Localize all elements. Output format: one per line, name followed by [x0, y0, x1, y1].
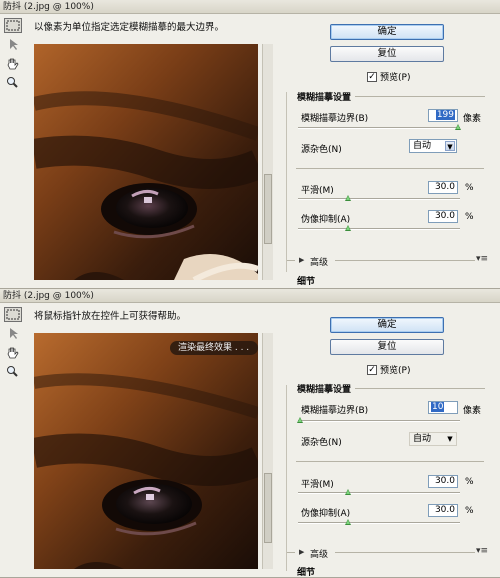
advanced-divider-left — [287, 552, 295, 553]
blur-trace-bounds-label: 模糊描摹边界(B) — [301, 406, 369, 416]
blur-trace-tool-icon[interactable] — [4, 326, 22, 341]
blur-trace-bounds-slider-track[interactable] — [298, 420, 460, 422]
chevron-down-icon: ▼ — [447, 435, 453, 443]
group-divider — [355, 388, 485, 389]
hand-tool-icon[interactable] — [4, 56, 22, 71]
preview-checkbox[interactable]: ✓ — [367, 364, 377, 375]
ok-button[interactable]: 确定 — [330, 317, 444, 333]
detail-section-title: 细节 — [297, 568, 316, 578]
source-noise-select[interactable]: 自动 ▼ — [409, 432, 457, 446]
shake-reduction-dialog-1: 防抖 (2.jpg @ 100%) 以像素为单位指定选定模糊描摹的最大边界。 确… — [0, 0, 500, 289]
blur-trace-bounds-unit: 像素 — [463, 406, 482, 416]
expand-triangle-icon[interactable]: ▶ — [299, 548, 304, 556]
artifact-suppression-unit: % — [465, 212, 474, 222]
reset-button[interactable]: 复位 — [330, 46, 444, 62]
help-text: 以像素为单位指定选定模糊描摹的最大边界。 — [34, 22, 225, 33]
ok-button[interactable]: 确定 — [330, 24, 444, 40]
section-divider — [296, 461, 484, 462]
source-noise-value: 自动 — [413, 434, 432, 444]
artifact-suppression-input[interactable]: 30.0 — [428, 504, 458, 517]
preview-checkbox-row[interactable]: ✓ 预览(P) — [367, 70, 410, 83]
group-divider — [355, 96, 485, 97]
reset-button[interactable]: 复位 — [330, 339, 444, 355]
blur-trace-bounds-slider-thumb[interactable] — [455, 124, 461, 130]
scrollbar-thumb[interactable] — [264, 174, 272, 244]
blur-trace-tool-icon[interactable] — [4, 37, 22, 52]
preview-checkbox[interactable]: ✓ — [367, 71, 377, 82]
smoothing-unit: % — [465, 183, 474, 193]
preview-label: 预览(P) — [380, 73, 411, 83]
shake-reduction-dialog-2: 防抖 (2.jpg @ 100%) 将鼠标指针放在控件上可获得帮助。 确定 复位… — [0, 289, 500, 578]
zoom-tool-icon[interactable] — [4, 364, 22, 379]
advanced-divider-right — [335, 552, 475, 553]
canvas-scrollbar[interactable] — [262, 44, 273, 280]
panel-menu-icon[interactable]: ▾≡ — [476, 254, 488, 264]
smoothing-input[interactable]: 30.0 — [428, 475, 458, 488]
smoothing-label: 平滑(M) — [301, 480, 334, 490]
smoothing-input[interactable]: 30.0 — [428, 181, 458, 194]
group-title: 模糊描摹设置 — [297, 385, 352, 395]
preview-image[interactable] — [34, 333, 258, 569]
advanced-toggle[interactable]: 高级 — [310, 255, 328, 268]
window-title: 防抖 (2.jpg @ 100%) — [0, 0, 500, 14]
smoothing-slider-thumb[interactable] — [345, 489, 351, 495]
source-noise-value: 自动 — [413, 141, 432, 151]
blur-trace-bounds-label: 模糊描摹边界(B) — [301, 114, 369, 124]
chevron-down-icon: ▼ — [445, 141, 455, 151]
preview-checkbox-row[interactable]: ✓ 预览(P) — [367, 363, 410, 376]
preview-image[interactable] — [34, 44, 258, 280]
artifact-suppression-label: 伪像抑制(A) — [301, 509, 351, 519]
window-title: 防抖 (2.jpg @ 100%) — [0, 289, 500, 303]
expand-triangle-icon[interactable]: ▶ — [299, 256, 304, 264]
artifact-suppression-slider-track[interactable] — [298, 228, 460, 230]
scrollbar-thumb[interactable] — [264, 473, 272, 543]
toolbox — [4, 307, 26, 387]
artifact-suppression-label: 伪像抑制(A) — [301, 215, 351, 225]
advanced-divider-right — [335, 260, 475, 261]
marquee-tool-icon[interactable] — [4, 307, 22, 322]
preview-label: 预览(P) — [380, 366, 411, 376]
smoothing-label: 平滑(M) — [301, 186, 334, 196]
canvas-scrollbar[interactable] — [262, 333, 273, 569]
zoom-tool-icon[interactable] — [4, 75, 22, 90]
artifact-suppression-slider-thumb[interactable] — [345, 519, 351, 525]
blur-trace-bounds-slider-thumb[interactable] — [297, 417, 303, 423]
blur-trace-bounds-input[interactable]: 199 — [428, 109, 458, 122]
advanced-toggle[interactable]: 高级 — [310, 547, 328, 560]
detail-section-title: 细节 — [297, 277, 316, 287]
artifact-suppression-input[interactable]: 30.0 — [428, 210, 458, 223]
marquee-tool-icon[interactable] — [4, 18, 22, 33]
blur-trace-bounds-slider-track[interactable] — [298, 127, 460, 129]
source-noise-label: 源杂色(N) — [301, 438, 342, 448]
source-noise-label: 源杂色(N) — [301, 145, 342, 155]
smoothing-unit: % — [465, 477, 474, 487]
render-progress-badge: 渲染最终效果 . . . — [170, 341, 258, 355]
group-title: 模糊描摹设置 — [297, 93, 352, 103]
help-text: 将鼠标指针放在控件上可获得帮助。 — [34, 311, 187, 322]
hand-tool-icon[interactable] — [4, 345, 22, 360]
toolbox — [4, 18, 26, 98]
advanced-divider-left — [287, 260, 295, 261]
smoothing-slider-track[interactable] — [298, 492, 460, 494]
smoothing-slider-track[interactable] — [298, 198, 460, 200]
blur-trace-bounds-unit: 像素 — [463, 114, 482, 124]
artifact-suppression-unit: % — [465, 506, 474, 516]
smoothing-slider-thumb[interactable] — [345, 195, 351, 201]
artifact-suppression-slider-track[interactable] — [298, 522, 460, 524]
blur-trace-bounds-input[interactable]: 10 — [428, 401, 458, 414]
panel-menu-icon[interactable]: ▾≡ — [476, 546, 488, 556]
artifact-suppression-slider-thumb[interactable] — [345, 225, 351, 231]
source-noise-select[interactable]: 自动 ▼ — [409, 139, 457, 153]
section-divider — [296, 168, 484, 169]
